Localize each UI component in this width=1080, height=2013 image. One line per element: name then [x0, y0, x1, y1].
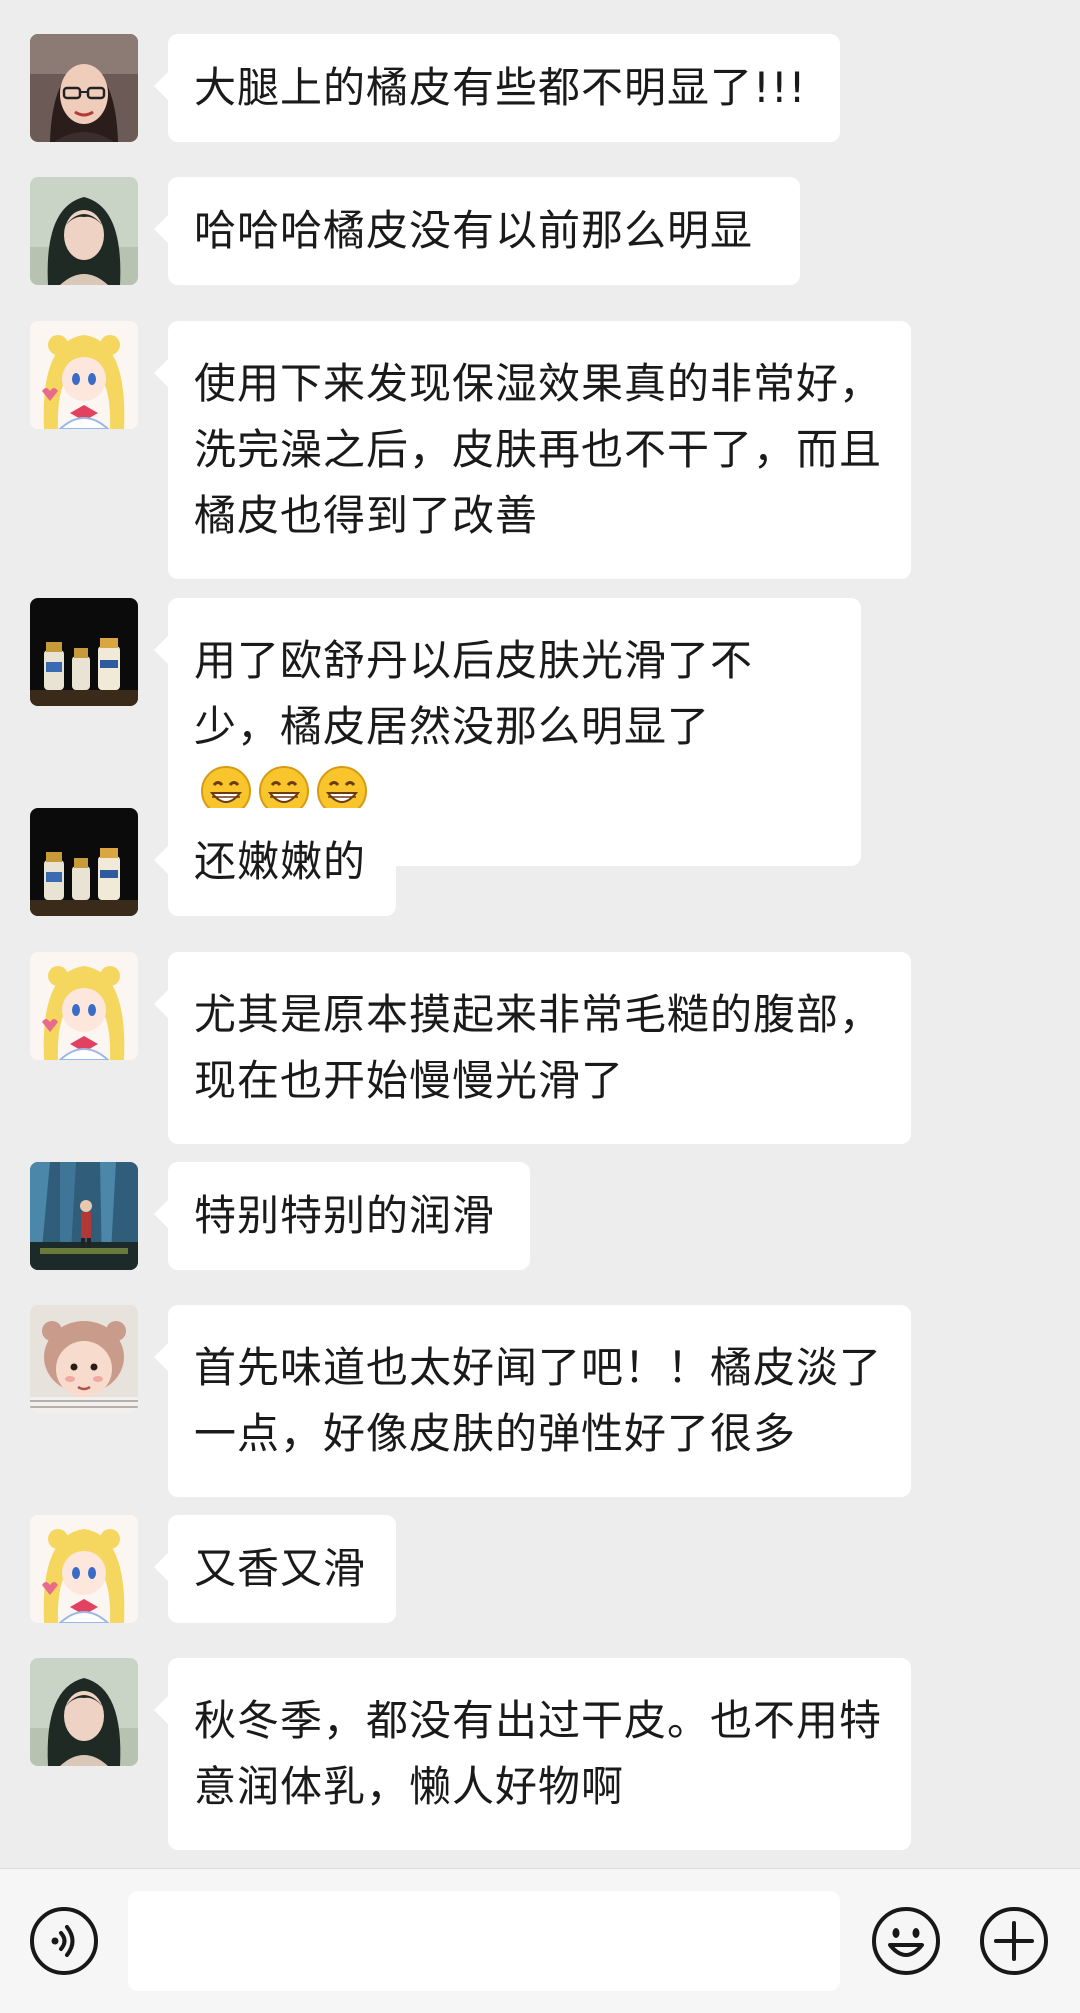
smiley-icon [872, 1907, 940, 1975]
avatar[interactable] [30, 1305, 138, 1413]
message-text: 首先味道也太好闻了吧！！橘皮淡了一点，好像皮肤的弹性好了很多 [194, 1343, 883, 1458]
message-bubble[interactable]: 特别特别的润滑 [154, 1162, 530, 1270]
message-bubble[interactable]: 大腿上的橘皮有些都不明显了!!! [154, 34, 840, 142]
message-bubble[interactable]: 又香又滑 [154, 1515, 396, 1623]
message-text: 又香又滑 [194, 1544, 367, 1593]
message-bubble[interactable]: 哈哈哈橘皮没有以前那么明显 [154, 177, 800, 285]
message-bubble[interactable]: 还嫩嫩的 [154, 808, 396, 916]
avatar-baby-icon [30, 1305, 138, 1413]
avatar[interactable] [30, 1658, 138, 1766]
chat-input-bar [0, 1868, 1080, 2013]
voice-icon [30, 1907, 98, 1975]
avatar[interactable] [30, 321, 138, 429]
avatar-woman-dark-hair-icon [30, 1658, 138, 1766]
avatar[interactable] [30, 34, 138, 142]
avatar-sailor-moon-icon [30, 952, 138, 1060]
avatar[interactable] [30, 598, 138, 706]
message-text: 大腿上的橘皮有些都不明显了!!! [194, 63, 807, 112]
message-bubble[interactable]: 尤其是原本摸起来非常毛糙的腹部，现在也开始慢慢光滑了 [154, 952, 911, 1144]
message-text: 使用下来发现保湿效果真的非常好，洗完澡之后，皮肤再也不干了，而且橘皮也得到了改善 [194, 359, 883, 540]
avatar-bottles-icon [30, 808, 138, 916]
voice-button[interactable] [28, 1905, 100, 1977]
avatar[interactable] [30, 177, 138, 285]
avatar-woman-dark-hair-icon [30, 177, 138, 285]
plus-icon [980, 1907, 1048, 1975]
emoji-button[interactable] [870, 1905, 942, 1977]
avatar[interactable] [30, 952, 138, 1060]
message-input[interactable] [128, 1891, 840, 1991]
message-text: 尤其是原本摸起来非常毛糙的腹部，现在也开始慢慢光滑了 [194, 990, 883, 1105]
avatar[interactable] [30, 1515, 138, 1623]
message-text: 特别特别的润滑 [194, 1191, 496, 1240]
message-text: 哈哈哈橘皮没有以前那么明显 [194, 206, 754, 255]
avatar[interactable] [30, 1162, 138, 1270]
message-bubble[interactable]: 使用下来发现保湿效果真的非常好，洗完澡之后，皮肤再也不干了，而且橘皮也得到了改善 [154, 321, 911, 579]
message-bubble[interactable]: 秋冬季，都没有出过干皮。也不用特意润体乳，懒人好物啊 [154, 1658, 911, 1850]
message-text: 还嫩嫩的 [194, 837, 367, 886]
chat-message-list[interactable]: 大腿上的橘皮有些都不明显了!!! 哈哈哈橘皮没有以前那么明显 使用下来发现保湿效… [0, 0, 1080, 1868]
avatar-sailor-moon-icon [30, 1515, 138, 1623]
avatar-sailor-moon-icon [30, 321, 138, 429]
avatar-stage-person-icon [30, 1162, 138, 1270]
message-text: 秋冬季，都没有出过干皮。也不用特意润体乳，懒人好物啊 [194, 1696, 883, 1811]
avatar-bottles-icon [30, 598, 138, 706]
avatar-woman-glasses-icon [30, 34, 138, 142]
avatar[interactable] [30, 808, 138, 916]
message-text: 用了欧舒丹以后皮肤光滑了不少，橘皮居然没那么明显了 [194, 636, 754, 751]
more-button[interactable] [978, 1905, 1050, 1977]
message-bubble[interactable]: 首先味道也太好闻了吧！！橘皮淡了一点，好像皮肤的弹性好了很多 [154, 1305, 911, 1497]
